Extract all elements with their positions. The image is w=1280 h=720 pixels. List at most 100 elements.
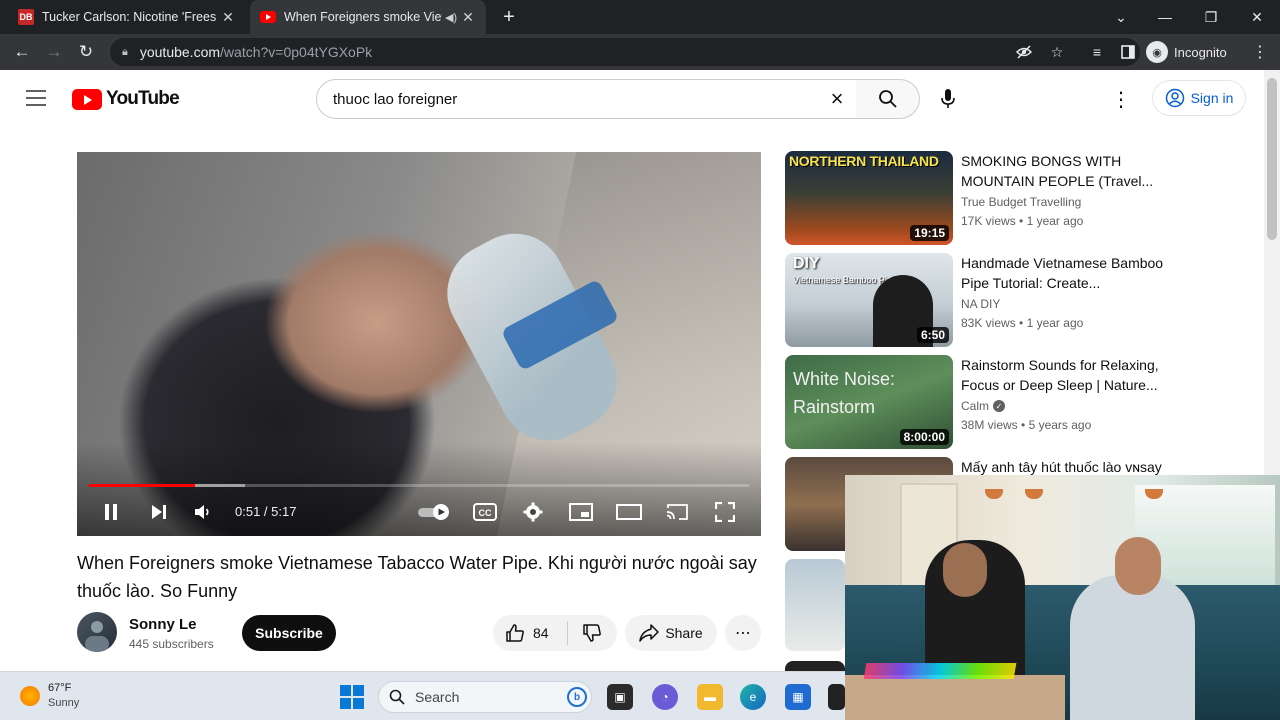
youtube-play-logo-icon	[72, 88, 102, 110]
captions-button[interactable]: CC	[471, 498, 499, 526]
bookmark-star-icon[interactable]: ☆	[1043, 38, 1071, 66]
cc-icon: CC	[473, 503, 497, 521]
weather-widget[interactable]: 67°F Sunny	[20, 681, 79, 711]
incognito-indicator[interactable]: ◉ Incognito	[1146, 39, 1227, 65]
thumbnail-text: DIY	[793, 255, 820, 272]
thumbs-up-icon	[506, 624, 524, 642]
recommendation-meta: 38M views • 5 years ago	[961, 418, 1092, 432]
subscribe-button[interactable]: Subscribe	[242, 615, 336, 651]
incognito-icon: ◉	[1146, 41, 1168, 63]
streamer-webcam-overlay	[845, 475, 1280, 720]
recommendation-title[interactable]: Handmade Vietnamese Bamboo Pipe Tutorial…	[961, 253, 1166, 293]
browser-menu-icon[interactable]: ⋮	[1248, 38, 1272, 66]
side-panel-icon[interactable]	[1114, 38, 1142, 66]
video-thumbnail[interactable]: NORTHERN THAILAND 19:15	[785, 151, 953, 245]
video-thumbnail[interactable]: White Noise: Rainstorm 8:00:00	[785, 355, 953, 449]
tab-title: Tucker Carlson: Nicotine 'Frees Yo	[42, 10, 220, 24]
recommendation-title[interactable]: Mấy anh tây hút thuốc lào ᴠɴsay	[961, 457, 1166, 477]
video-thumbnail[interactable]	[785, 661, 845, 671]
scrollbar-thumb[interactable]	[1267, 78, 1277, 240]
progress-bar[interactable]	[89, 484, 749, 487]
video-thumbnail[interactable]: DIY Vietnamese Bamboo Pipe 6:50	[785, 253, 953, 347]
more-actions-icon[interactable]: ⋯	[725, 615, 761, 651]
recommendation-item[interactable]: NORTHERN THAILAND 19:15 SMOKING BONGS WI…	[785, 151, 1205, 245]
autoplay-toggle[interactable]	[415, 498, 455, 526]
recommendation-item[interactable]: White Noise: Rainstorm 8:00:00 Rainstorm…	[785, 355, 1205, 449]
like-button[interactable]: 84	[493, 615, 567, 651]
recommendation-channel[interactable]: Calm ✓	[961, 399, 1006, 413]
search-input[interactable]	[333, 90, 813, 108]
restore-icon[interactable]: ❐	[1188, 0, 1234, 34]
youtube-favicon-icon	[260, 11, 276, 23]
channel-label: Calm	[961, 399, 990, 413]
view-count: 17K views	[961, 214, 1016, 228]
upload-age: 1 year ago	[1026, 214, 1084, 228]
dislike-button[interactable]	[568, 615, 616, 651]
clear-search-icon[interactable]: ×	[826, 88, 848, 110]
reload-icon[interactable]: ↻	[72, 38, 100, 66]
sign-in-button[interactable]: Sign in	[1152, 80, 1246, 116]
tab-search-chevron-icon[interactable]: ⌄	[1098, 0, 1144, 34]
edge-browser-icon[interactable]: e	[740, 684, 766, 710]
lock-icon: 🔒︎	[122, 45, 128, 58]
share-label: Share	[665, 625, 703, 641]
eye-slash-icon[interactable]	[1010, 38, 1038, 66]
recommendation-title[interactable]: Rainstorm Sounds for Relaxing, Focus or …	[961, 355, 1166, 395]
recommendation-item[interactable]: DIY Vietnamese Bamboo Pipe 6:50 Handmade…	[785, 253, 1205, 347]
verified-check-icon: ✓	[993, 400, 1006, 412]
minimize-icon[interactable]: —	[1142, 0, 1188, 34]
share-arrow-icon	[639, 624, 660, 642]
channel-label: True Budget Travelling	[961, 195, 1082, 209]
recommendation-title[interactable]: SMOKING BONGS WITH MOUNTAIN PEOPLE (Trav…	[961, 151, 1166, 191]
weather-condition: Sunny	[48, 697, 80, 709]
voice-search-mic-icon[interactable]	[936, 87, 960, 111]
recommendation-channel[interactable]: True Budget Travelling	[961, 195, 1081, 209]
time-display: 0:51 / 5:17	[235, 504, 297, 519]
settings-button[interactable]	[519, 498, 547, 526]
channel-name[interactable]: Sonny Le	[129, 616, 197, 633]
hamburger-menu-icon[interactable]	[26, 90, 46, 106]
share-button[interactable]: Share	[625, 615, 717, 651]
thumbs-down-icon	[583, 624, 601, 642]
settings-kebab-icon[interactable]: ⋮	[1110, 87, 1132, 111]
video-duration: 19:15	[910, 225, 949, 241]
video-thumbnail[interactable]	[785, 559, 845, 651]
taskbar-search-label: Search	[415, 689, 460, 705]
progress-played	[89, 484, 196, 487]
back-arrow-icon[interactable]: ←	[8, 38, 36, 66]
media-queue-icon[interactable]: ≡	[1083, 38, 1111, 66]
fullscreen-button[interactable]	[711, 498, 739, 526]
sign-in-label: Sign in	[1190, 90, 1234, 106]
volume-button[interactable]	[191, 498, 215, 526]
video-player[interactable]: 0:51 / 5:17 CC	[77, 152, 761, 536]
taskbar-search[interactable]: Search b	[378, 681, 592, 713]
file-explorer-icon[interactable]: ▬	[697, 684, 723, 710]
next-video-button[interactable]	[147, 498, 171, 526]
new-tab-plus-icon[interactable]: +	[498, 6, 520, 28]
windows-start-icon[interactable]	[340, 685, 364, 709]
youtube-logo[interactable]: YouTube	[72, 88, 180, 110]
tab-youtube-video[interactable]: When Foreigners smoke Viet ◀) ✕	[250, 0, 486, 34]
taskbar-app-icon[interactable]	[828, 684, 845, 710]
webcam-person-right-head	[1115, 537, 1161, 595]
task-view-icon[interactable]: ▣	[607, 684, 633, 710]
address-bar[interactable]: 🔒︎ youtube.com/watch?v=0p04tYGXoPk	[110, 38, 1140, 66]
tab-audio-icon[interactable]: ◀)	[442, 11, 460, 24]
pause-button[interactable]	[99, 498, 123, 526]
cast-button[interactable]	[663, 498, 691, 526]
miniplayer-icon	[569, 503, 593, 521]
tab-close-icon[interactable]: ✕	[220, 9, 236, 26]
teams-chat-icon[interactable]: ◔	[652, 684, 678, 710]
microsoft-store-icon[interactable]: ▦	[785, 684, 811, 710]
theater-mode-button[interactable]	[615, 498, 643, 526]
search-button[interactable]	[856, 79, 920, 119]
tab-tucker-carlson[interactable]: DB Tucker Carlson: Nicotine 'Frees Yo ✕	[8, 0, 246, 34]
recommendation-channel[interactable]: NA DIY	[961, 297, 1000, 311]
upload-age: 5 years ago	[1028, 418, 1092, 432]
forward-arrow-icon[interactable]: →	[40, 38, 68, 66]
miniplayer-button[interactable]	[567, 498, 595, 526]
tab-title: When Foreigners smoke Viet	[284, 10, 442, 24]
tab-close-icon[interactable]: ✕	[460, 9, 476, 26]
window-close-icon[interactable]: ✕	[1234, 0, 1280, 34]
channel-avatar[interactable]	[77, 612, 117, 652]
